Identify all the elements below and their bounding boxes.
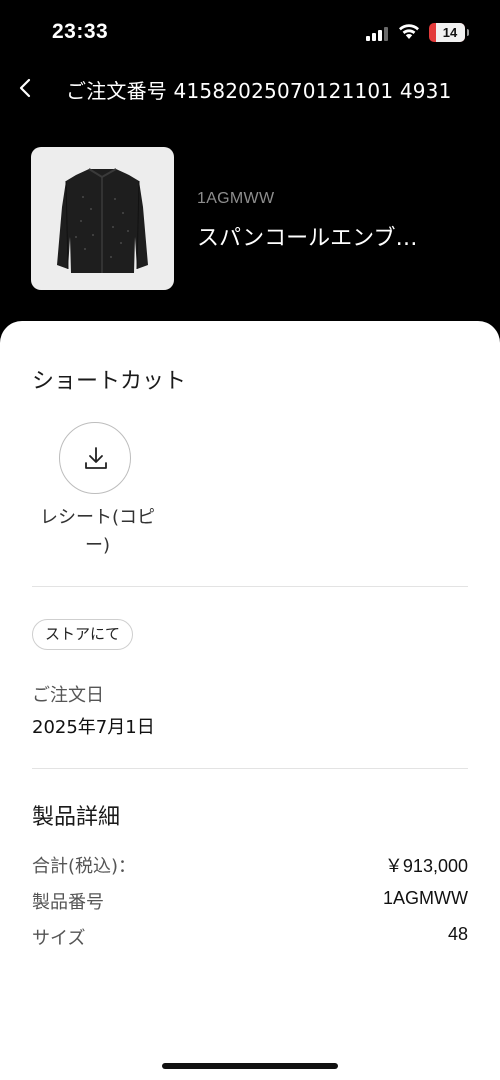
- page-title: ご注文番号 41582025070121101 4931: [66, 79, 452, 103]
- size-label: サイズ: [32, 928, 86, 949]
- product-number-value: 1AGMWW: [383, 888, 468, 908]
- size-row: サイズ 48: [32, 924, 468, 952]
- order-date-label: ご注文日: [32, 685, 104, 706]
- chevron-left-icon: [19, 78, 31, 98]
- battery-icon: 14: [429, 23, 469, 42]
- back-button[interactable]: [12, 70, 42, 106]
- product-number-row: 製品番号 1AGMWW: [32, 888, 468, 916]
- order-date-value: 2025年7月1日: [32, 717, 155, 738]
- product-image: [31, 147, 174, 290]
- divider: [32, 586, 468, 587]
- receipt-copy-label[interactable]: レシート(コピー): [30, 504, 165, 560]
- receipt-copy-button[interactable]: [59, 422, 131, 494]
- divider: [32, 768, 468, 769]
- status-bar: 23:33 14: [0, 0, 500, 60]
- order-detail-sheet: ショートカット レシート(コピー) ストアにて ご注文日 2025年7月1日 製…: [0, 321, 500, 1080]
- product-details-title: 製品詳細: [32, 805, 121, 830]
- total-price-row: 合計(税込)： ￥913,000: [32, 852, 468, 880]
- cellular-signal-icon: [366, 27, 388, 41]
- shortcuts-title: ショートカット: [32, 369, 187, 394]
- battery-level: 14: [442, 25, 458, 40]
- total-price-value: ￥913,000: [384, 856, 468, 876]
- product-name: スパンコールエンブ…: [197, 226, 418, 251]
- download-icon: [85, 447, 107, 469]
- home-indicator[interactable]: [162, 1063, 338, 1069]
- nav-header: ご注文番号 41582025070121101 4931: [0, 64, 500, 114]
- size-value: 48: [447, 924, 468, 944]
- product-number-label: 製品番号: [32, 892, 104, 913]
- product-code: 1AGMWW: [197, 190, 275, 207]
- status-time: 23:33: [52, 20, 109, 43]
- jacket-icon: [57, 168, 148, 273]
- total-price-label: 合計(税込)：: [32, 856, 137, 877]
- store-badge: ストアにて: [32, 619, 134, 650]
- wifi-icon: [399, 24, 419, 39]
